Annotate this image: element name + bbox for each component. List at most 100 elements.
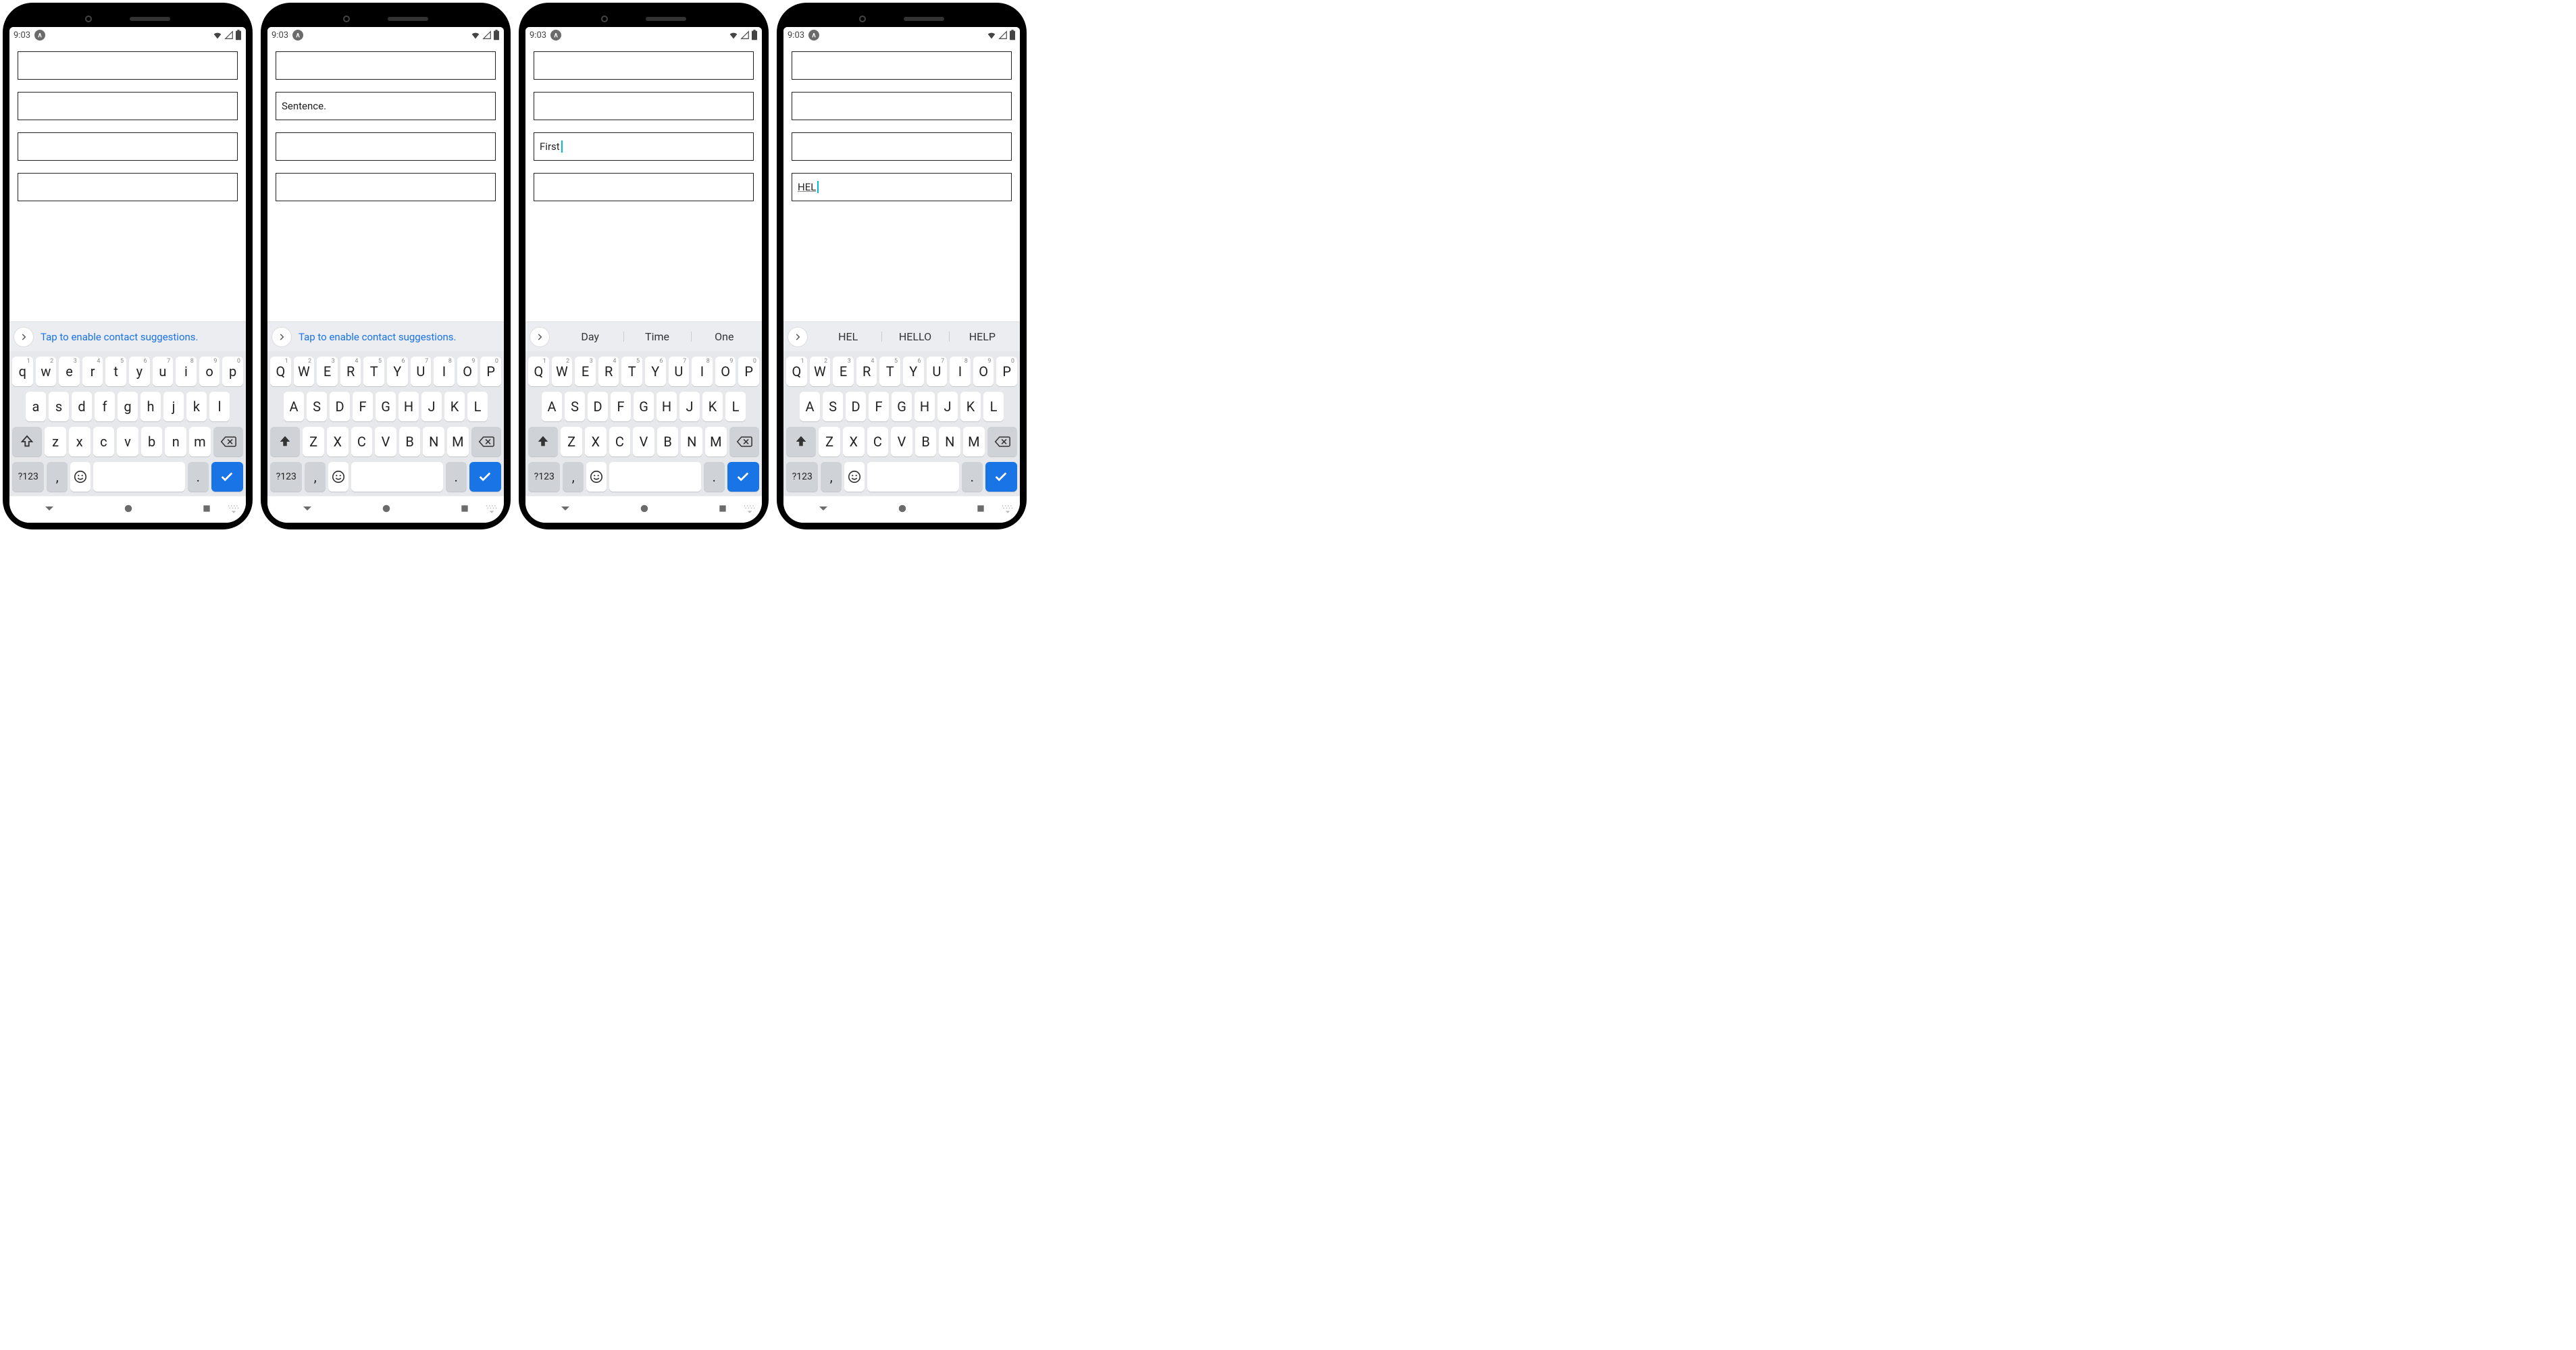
- keyboard-collapse-icon[interactable]: [743, 504, 756, 517]
- key-i[interactable]: 8i: [176, 357, 197, 386]
- expand-suggestions-button[interactable]: [530, 327, 550, 347]
- key-f[interactable]: f: [95, 392, 115, 421]
- key-y[interactable]: 6Y: [903, 357, 924, 386]
- expand-suggestions-button[interactable]: [272, 327, 292, 347]
- key-space[interactable]: [609, 462, 701, 492]
- key-p[interactable]: 0P: [738, 357, 759, 386]
- suggestion-hint[interactable]: Tap to enable contact suggestions.: [299, 331, 500, 343]
- key-w[interactable]: 2W: [810, 357, 831, 386]
- text-input-0[interactable]: [534, 51, 754, 80]
- key-j[interactable]: J: [679, 392, 700, 421]
- key-backspace[interactable]: [471, 427, 501, 457]
- key-v[interactable]: V: [891, 427, 912, 457]
- key-d[interactable]: D: [330, 392, 350, 421]
- key-h[interactable]: h: [140, 392, 161, 421]
- key-n[interactable]: n: [165, 427, 186, 457]
- key-j[interactable]: J: [937, 392, 958, 421]
- key-space[interactable]: [351, 462, 443, 492]
- key-comma[interactable]: ,: [563, 462, 584, 492]
- key-u[interactable]: 7U: [411, 357, 432, 386]
- key-d[interactable]: d: [72, 392, 92, 421]
- text-input-2[interactable]: [276, 132, 496, 161]
- nav-home-button[interactable]: [380, 502, 392, 517]
- key-w[interactable]: 2W: [294, 357, 315, 386]
- nav-recent-button[interactable]: [459, 503, 470, 517]
- key-h[interactable]: H: [656, 392, 677, 421]
- key-h[interactable]: H: [398, 392, 419, 421]
- key-a[interactable]: A: [284, 392, 304, 421]
- key-e[interactable]: 3e: [59, 357, 80, 386]
- key-l[interactable]: L: [467, 392, 488, 421]
- key-f[interactable]: F: [353, 392, 373, 421]
- text-input-1[interactable]: Sentence.: [276, 92, 496, 120]
- key-c[interactable]: C: [351, 427, 373, 457]
- key-shift[interactable]: [270, 427, 300, 457]
- key-o[interactable]: 9O: [457, 357, 478, 386]
- key-r[interactable]: 4R: [598, 357, 619, 386]
- key-z[interactable]: Z: [561, 427, 582, 457]
- key-b[interactable]: b: [141, 427, 163, 457]
- key-r[interactable]: 4R: [340, 357, 361, 386]
- key-b[interactable]: B: [399, 427, 421, 457]
- key-shift[interactable]: [786, 427, 816, 457]
- key-r[interactable]: 4r: [82, 357, 103, 386]
- key-u[interactable]: 7U: [927, 357, 948, 386]
- suggestion-hint[interactable]: Tap to enable contact suggestions.: [41, 331, 242, 343]
- nav-back-button[interactable]: [817, 502, 829, 517]
- suggestion-2[interactable]: HELP: [949, 328, 1016, 346]
- key-l[interactable]: L: [725, 392, 746, 421]
- expand-suggestions-button[interactable]: [788, 327, 808, 347]
- key-m[interactable]: M: [447, 427, 469, 457]
- key-comma[interactable]: ,: [47, 462, 68, 492]
- nav-home-button[interactable]: [638, 502, 650, 517]
- key-b[interactable]: B: [915, 427, 937, 457]
- key-backspace[interactable]: [729, 427, 759, 457]
- key-m[interactable]: m: [189, 427, 211, 457]
- nav-home-button[interactable]: [122, 502, 134, 517]
- key-k[interactable]: K: [444, 392, 465, 421]
- key-t[interactable]: 5T: [621, 357, 642, 386]
- key-period[interactable]: .: [962, 462, 983, 492]
- key-n[interactable]: N: [939, 427, 960, 457]
- key-q[interactable]: 1Q: [270, 357, 291, 386]
- key-emoji[interactable]: [844, 462, 865, 492]
- key-s[interactable]: s: [49, 392, 69, 421]
- nav-recent-button[interactable]: [201, 503, 212, 517]
- text-input-0[interactable]: [792, 51, 1012, 80]
- text-input-0[interactable]: [18, 51, 238, 80]
- key-space[interactable]: [93, 462, 185, 492]
- key-shift[interactable]: [528, 427, 558, 457]
- key-d[interactable]: D: [588, 392, 608, 421]
- key-t[interactable]: 5t: [105, 357, 126, 386]
- key-symbols[interactable]: ?123: [12, 462, 44, 492]
- text-input-0[interactable]: [276, 51, 496, 80]
- key-w[interactable]: 2W: [552, 357, 573, 386]
- key-c[interactable]: C: [609, 427, 631, 457]
- suggestion-1[interactable]: Time: [623, 328, 690, 346]
- key-d[interactable]: D: [846, 392, 866, 421]
- key-m[interactable]: M: [705, 427, 727, 457]
- key-symbols[interactable]: ?123: [528, 462, 560, 492]
- key-m[interactable]: M: [963, 427, 985, 457]
- expand-suggestions-button[interactable]: [14, 327, 34, 347]
- suggestion-0[interactable]: Day: [557, 328, 623, 346]
- key-v[interactable]: v: [117, 427, 138, 457]
- key-k[interactable]: k: [186, 392, 207, 421]
- key-f[interactable]: F: [869, 392, 889, 421]
- key-u[interactable]: 7U: [669, 357, 690, 386]
- key-o[interactable]: 9O: [715, 357, 736, 386]
- key-v[interactable]: V: [633, 427, 654, 457]
- text-input-1[interactable]: [792, 92, 1012, 120]
- key-q[interactable]: 1Q: [528, 357, 549, 386]
- key-z[interactable]: z: [45, 427, 66, 457]
- key-t[interactable]: 5T: [363, 357, 384, 386]
- keyboard-collapse-icon[interactable]: [227, 504, 240, 517]
- key-k[interactable]: K: [702, 392, 723, 421]
- key-enter[interactable]: [727, 462, 759, 492]
- key-y[interactable]: 6Y: [645, 357, 666, 386]
- text-input-3[interactable]: HEL: [792, 173, 1012, 201]
- key-o[interactable]: 9O: [973, 357, 994, 386]
- key-g[interactable]: G: [634, 392, 654, 421]
- key-x[interactable]: X: [327, 427, 349, 457]
- key-v[interactable]: V: [375, 427, 396, 457]
